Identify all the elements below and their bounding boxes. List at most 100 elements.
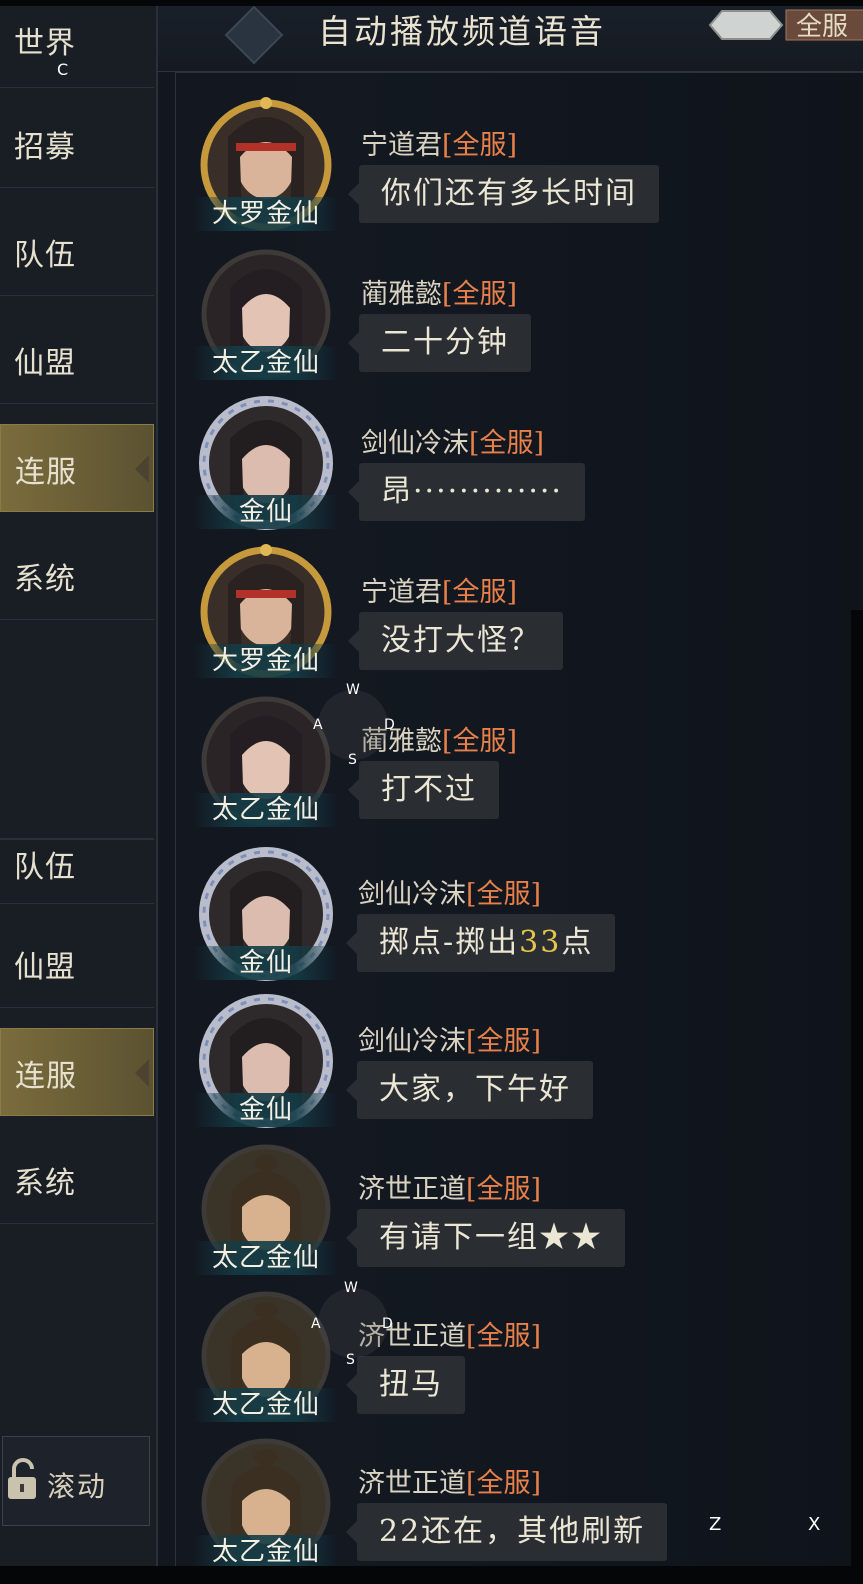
player-rank: 太乙金仙 [193, 346, 339, 380]
channel-tab-alliance[interactable]: 仙盟 [0, 920, 154, 1008]
sender-line: 剑仙冷沫[全服] [361, 421, 544, 460]
player-rank: 金仙 [193, 1093, 339, 1127]
key-hint-a: A [313, 717, 323, 733]
frame-edge [0, 1566, 863, 1584]
channel-tab-team[interactable]: 队伍 [0, 208, 154, 296]
message-bubble: 22还在，其他刷新 [345, 1503, 668, 1561]
sender-line: 济世正道[全服] [358, 1167, 541, 1206]
sender-name[interactable]: 济世正道 [358, 1468, 466, 1499]
channel-tag: [全服] [442, 577, 518, 608]
message-bubble: 昂············· [348, 463, 585, 521]
chat-message: 太乙金仙 蔺雅懿[全服] 打不过 [176, 691, 863, 831]
message-bubble: 有请下一组★★ [346, 1209, 625, 1267]
chat-message: 金仙 剑仙冷沫[全服] 掷点-掷出33点 [176, 844, 863, 984]
chat-message: 太乙金仙 济世正道[全服] 22还在，其他刷新 [176, 1433, 863, 1573]
channel-tag: [全服] [469, 428, 545, 459]
channel-tab-recruit[interactable]: 招募 [0, 100, 154, 188]
movement-joystick[interactable] [318, 1288, 388, 1358]
channel-tag: [全服] [442, 279, 518, 310]
player-rank: 太乙金仙 [193, 1535, 339, 1569]
sender-line: 剑仙冷沫[全服] [358, 872, 541, 911]
chat-message: 太乙金仙 济世正道[全服] 有请下一组★★ [176, 1139, 863, 1279]
key-hint-z: Z [709, 1514, 722, 1535]
key-hint-a: A [311, 1316, 321, 1332]
player-rank: 太乙金仙 [193, 1241, 339, 1275]
message-bubble: 二十分钟 [348, 314, 531, 372]
scroll-button-label: 滚动 [47, 1470, 108, 1503]
channel-tab-label: 系统 [14, 562, 76, 597]
sender-name[interactable]: 剑仙冷沫 [361, 428, 469, 459]
channel-tag: [全服] [466, 879, 542, 910]
key-hint-s: S [346, 1352, 355, 1368]
game-chat-screen: 自动播放频道语音 全服 世界 C 招募 队伍 仙盟 连服 系统 队伍 仙盟 连服… [0, 0, 863, 1584]
player-rank: 大罗金仙 [193, 197, 339, 231]
scope-button-label[interactable]: 全服 [796, 6, 848, 43]
sender-name[interactable]: 蔺雅懿 [361, 279, 442, 310]
key-hint-w: W [346, 682, 360, 698]
chat-message: 大罗金仙 宁道君[全服] 你们还有多长时间 [176, 95, 863, 235]
message-text: 点 [561, 925, 594, 960]
sender-name[interactable]: 宁道君 [361, 130, 442, 161]
sender-line: 蔺雅懿[全服] [361, 272, 517, 311]
message-bubble: 扭马 [346, 1356, 465, 1414]
channel-tab-system[interactable]: 系统 [0, 532, 154, 620]
channel-tab-cross-server[interactable]: 连服 [0, 1028, 154, 1116]
player-rank: 太乙金仙 [193, 793, 339, 827]
channel-tab-team[interactable]: 队伍 [0, 816, 154, 904]
message-bubble: 掷点-掷出33点 [345, 914, 616, 972]
channel-tag: [全服] [466, 1174, 542, 1205]
player-rank: 大罗金仙 [193, 644, 339, 678]
message-bubble: 你们还有多长时间 [348, 165, 659, 223]
chat-message: 大罗金仙 宁道君[全服] 没打大怪？ [176, 542, 863, 682]
scroll-lock-button[interactable]: 滚动 [2, 1436, 150, 1526]
message-bubble: 没打大怪？ [348, 612, 563, 670]
key-hint-x: X [808, 1514, 821, 1535]
channel-tab-label: 仙盟 [14, 346, 76, 381]
sender-name[interactable]: 宁道君 [361, 577, 442, 608]
chat-message: 金仙 剑仙冷沫[全服] 大家，下午好 [176, 991, 863, 1131]
player-rank: 太乙金仙 [193, 1388, 339, 1422]
sender-name[interactable]: 剑仙冷沫 [358, 879, 466, 910]
channel-tab-label: 连服 [15, 455, 77, 490]
frame-edge [851, 610, 863, 1584]
channel-tab-label: 系统 [14, 1166, 76, 1201]
message-bubble: 大家，下午好 [346, 1061, 593, 1119]
sender-name[interactable]: 济世正道 [358, 1174, 466, 1205]
channel-tab-system[interactable]: 系统 [0, 1136, 154, 1224]
channel-tag: [全服] [466, 1468, 542, 1499]
message-bubble: 打不过 [348, 761, 499, 819]
channel-tag: [全服] [442, 726, 518, 757]
chat-message-list[interactable]: 大罗金仙 宁道君[全服] 你们还有多长时间 太乙金仙 蔺雅懿[全服] 二十分钟 [175, 72, 863, 1584]
channel-tab-cross-server[interactable]: 连服 [0, 424, 154, 512]
chat-message: 太乙金仙 蔺雅懿[全服] 二十分钟 [176, 244, 863, 384]
channel-tab-world[interactable]: 世界 [0, 0, 154, 88]
channel-tab-alliance[interactable]: 仙盟 [0, 316, 154, 404]
sender-name[interactable]: 剑仙冷沫 [358, 1026, 466, 1057]
sender-line: 剑仙冷沫[全服] [358, 1019, 541, 1058]
channel-tab-label: 队伍 [14, 238, 76, 273]
sender-line: 宁道君[全服] [361, 570, 517, 609]
diamond-ornament-icon [224, 5, 284, 65]
movement-joystick[interactable] [318, 690, 388, 760]
sender-line: 济世正道[全服] [358, 1461, 541, 1500]
channel-tab-label: 招募 [14, 130, 76, 165]
lock-icon [8, 1458, 36, 1499]
key-hint-w: W [344, 1280, 358, 1296]
channel-tab-label: 连服 [15, 1059, 77, 1094]
key-hint-d: D [384, 717, 395, 733]
sender-line: 宁道君[全服] [361, 123, 517, 162]
message-text: 掷点-掷出 [379, 925, 520, 960]
dice-result-number: 33 [519, 925, 562, 960]
key-hint-d: D [382, 1316, 393, 1332]
frame-edge [0, 0, 863, 6]
channel-tab-label: 仙盟 [14, 950, 76, 985]
player-rank: 金仙 [193, 495, 339, 529]
key-hint-c: C [57, 60, 69, 79]
channel-sidebar: 世界 C 招募 队伍 仙盟 连服 系统 队伍 仙盟 连服 系统 滚动 [0, 0, 158, 1584]
auto-play-voice-title: 自动播放频道语音 [318, 12, 606, 51]
channel-tab-label: 世界 [14, 26, 76, 61]
chat-message: 金仙 剑仙冷沫[全服] 昂············· [176, 393, 863, 533]
channel-tag: [全服] [442, 130, 518, 161]
chat-message: 太乙金仙 济世正道[全服] 扭马 [176, 1286, 863, 1426]
key-hint-s: S [348, 752, 357, 768]
